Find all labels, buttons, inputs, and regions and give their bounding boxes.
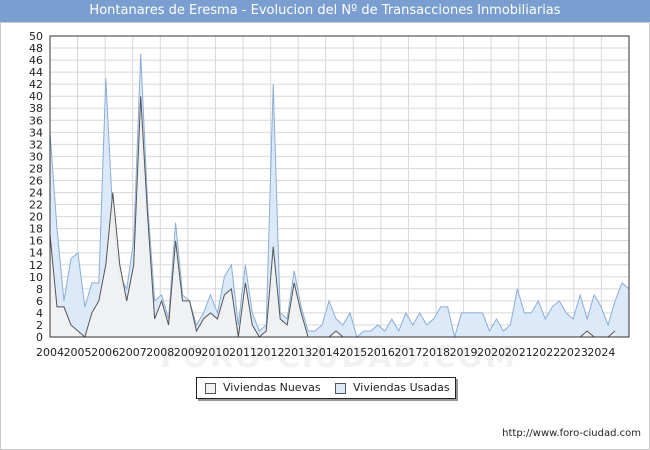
x-tick-label: 2007 <box>119 346 147 359</box>
y-tick-label: 40 <box>29 90 43 103</box>
legend-label-nuevas: Viviendas Nuevas <box>223 381 321 394</box>
source-url: http://www.foro-ciudad.com <box>502 428 641 439</box>
y-tick-label: 48 <box>29 42 43 55</box>
y-tick-labels: 0246810121416182022242628303234363840424… <box>29 30 43 344</box>
x-tick-label: 2005 <box>64 346 92 359</box>
y-tick-label: 22 <box>29 199 43 212</box>
x-tick-label: 2022 <box>532 346 560 359</box>
y-tick-label: 8 <box>36 283 43 296</box>
y-tick-label: 2 <box>36 319 43 332</box>
y-tick-label: 10 <box>29 271 43 284</box>
watermark: FORO-CIUDAD.COM <box>160 340 517 375</box>
y-tick-label: 38 <box>29 102 43 115</box>
legend: Viviendas Nuevas Viviendas Usadas <box>196 377 456 399</box>
y-tick-label: 44 <box>29 66 43 79</box>
y-tick-label: 36 <box>29 114 43 127</box>
y-tick-label: 34 <box>29 126 43 139</box>
y-tick-label: 0 <box>36 331 43 344</box>
x-tick-label: 2006 <box>91 346 119 359</box>
legend-swatch-usadas <box>335 383 346 394</box>
x-tick-label: 2004 <box>36 346 64 359</box>
y-tick-label: 28 <box>29 162 43 175</box>
y-tick-label: 42 <box>29 78 43 91</box>
y-tick-label: 30 <box>29 150 43 163</box>
y-tick-label: 20 <box>29 211 43 224</box>
y-tick-label: 12 <box>29 259 43 272</box>
y-tick-label: 18 <box>29 223 43 236</box>
x-tick-label: 2023 <box>560 346 588 359</box>
y-tick-label: 46 <box>29 54 43 67</box>
y-tick-label: 14 <box>29 247 43 260</box>
y-tick-label: 6 <box>36 295 43 308</box>
y-tick-label: 16 <box>29 235 43 248</box>
y-tick-label: 4 <box>36 307 43 320</box>
y-tick-label: 50 <box>29 30 43 43</box>
x-tick-label: 2024 <box>587 346 615 359</box>
y-tick-label: 26 <box>29 174 43 187</box>
legend-swatch-nuevas <box>205 383 216 394</box>
legend-label-usadas: Viviendas Usadas <box>353 381 450 394</box>
y-tick-label: 24 <box>29 187 43 200</box>
y-tick-label: 32 <box>29 138 43 151</box>
